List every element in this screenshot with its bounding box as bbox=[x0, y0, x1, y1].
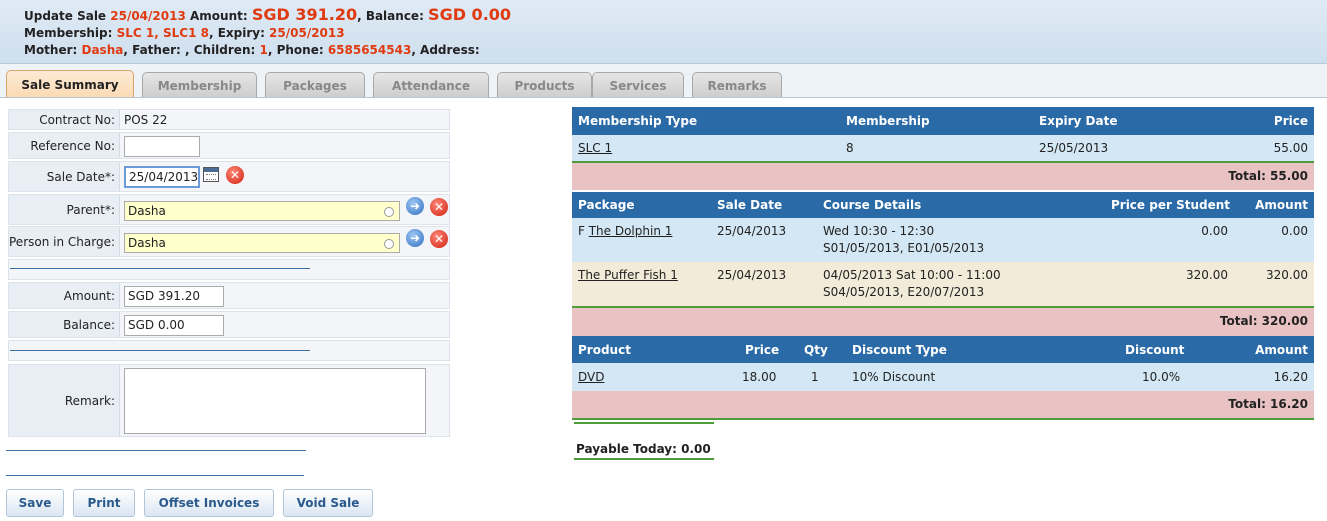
pic-input[interactable]: Dasha bbox=[124, 233, 400, 253]
header-children: 1 bbox=[259, 43, 268, 57]
tab-packages[interactable]: Packages bbox=[265, 72, 365, 98]
section-divider-1 bbox=[10, 268, 310, 269]
membership-total-row: Total: 55.00 bbox=[572, 163, 1314, 190]
payable-underline bbox=[574, 458, 714, 460]
header-membership: SLC 1, SLC1 8 bbox=[116, 26, 209, 40]
package-total: Total: 320.00 bbox=[1219, 314, 1308, 328]
contract-value: POS 22 bbox=[124, 113, 168, 127]
parent-go-icon[interactable]: ➜ bbox=[406, 197, 424, 215]
tab-products[interactable]: Products bbox=[497, 72, 592, 98]
spacer-row-1 bbox=[8, 259, 450, 280]
reference-input[interactable] bbox=[124, 136, 200, 157]
package-total-row: Total: 320.00 bbox=[572, 308, 1314, 336]
payable-top-line bbox=[574, 422, 714, 424]
pic-clear-icon[interactable]: ✕ bbox=[430, 230, 448, 248]
remark-label: Remark: bbox=[9, 365, 120, 436]
table-row: SLC 1 8 25/05/2013 55.00 bbox=[572, 135, 1314, 161]
membership-type-link[interactable]: SLC 1 bbox=[578, 141, 612, 155]
tab-attendance[interactable]: Attendance bbox=[373, 72, 489, 98]
sale-header: Update Sale 25/04/2013 Amount: SGD 391.2… bbox=[0, 0, 1327, 64]
parent-clear-icon[interactable]: ✕ bbox=[430, 198, 448, 216]
header-expiry: 25/05/2013 bbox=[269, 26, 345, 40]
parent-lookup-icon[interactable] bbox=[384, 207, 394, 217]
tab-remarks[interactable]: Remarks bbox=[692, 72, 782, 98]
sale-date-label: Sale Date*: bbox=[9, 162, 120, 191]
package-link[interactable]: The Puffer Fish 1 bbox=[578, 268, 678, 282]
void-sale-button[interactable]: Void Sale bbox=[283, 489, 373, 517]
section-divider-3 bbox=[6, 450, 306, 451]
reference-label: Reference No: bbox=[9, 133, 120, 158]
save-button[interactable]: Save bbox=[6, 489, 64, 517]
balance-label: Balance: bbox=[9, 312, 120, 337]
parent-row: Parent*: Dasha ➜ ✕ bbox=[8, 194, 450, 225]
section-divider-2 bbox=[10, 350, 310, 351]
table-row: F The Dolphin 1 25/04/2013 Wed 10:30 - 1… bbox=[572, 218, 1314, 262]
sale-date-input[interactable]: 25/04/2013 bbox=[124, 166, 200, 188]
table-row: DVD 18.00 1 10% Discount 10.0% 16.20 bbox=[572, 363, 1314, 391]
header-line-family: Mother: Dasha, Father: , Children: 1, Ph… bbox=[24, 43, 480, 57]
remark-row: Remark: bbox=[8, 364, 450, 437]
pic-lookup-icon[interactable] bbox=[384, 239, 394, 249]
calendar-icon[interactable] bbox=[203, 167, 219, 182]
amount-label: Amount: bbox=[9, 283, 120, 308]
remark-textarea[interactable] bbox=[124, 368, 426, 434]
package-link[interactable]: The Dolphin 1 bbox=[589, 224, 673, 238]
product-table-header: Product Price Qty Discount Type Discount… bbox=[572, 336, 1314, 363]
header-mother: Dasha bbox=[81, 43, 124, 57]
product-total-row: Total: 16.20 bbox=[572, 391, 1314, 418]
tab-services[interactable]: Services bbox=[592, 72, 684, 98]
reference-row: Reference No: bbox=[8, 132, 450, 159]
header-amount: SGD 391.20 bbox=[251, 5, 358, 24]
balance-input[interactable]: SGD 0.00 bbox=[124, 315, 224, 336]
product-link[interactable]: DVD bbox=[578, 370, 604, 384]
header-sale-date: 25/04/2013 bbox=[110, 9, 186, 23]
pic-go-icon[interactable]: ➜ bbox=[406, 229, 424, 247]
package-table-header: Package Sale Date Course Details Price p… bbox=[572, 192, 1314, 218]
print-button[interactable]: Print bbox=[73, 489, 135, 517]
amount-input[interactable]: SGD 391.20 bbox=[124, 286, 224, 307]
table-row: The Puffer Fish 1 25/04/2013 04/05/2013 … bbox=[572, 262, 1314, 306]
product-divider bbox=[572, 418, 1314, 420]
header-line-membership: Membership: SLC 1, SLC1 8, Expiry: 25/05… bbox=[24, 26, 345, 40]
pic-row: Person in Charge: Dasha ➜ ✕ bbox=[8, 226, 450, 257]
membership-total: Total: 55.00 bbox=[1228, 169, 1308, 183]
membership-table-header: Membership Type Membership Expiry Date P… bbox=[572, 107, 1314, 135]
header-balance: SGD 0.00 bbox=[428, 5, 512, 24]
amount-row: Amount: SGD 391.20 bbox=[8, 282, 450, 309]
contract-row: Contract No: POS 22 bbox=[8, 109, 450, 130]
clear-date-icon[interactable]: ✕ bbox=[226, 166, 244, 184]
parent-label: Parent*: bbox=[9, 195, 120, 224]
balance-row: Balance: SGD 0.00 bbox=[8, 311, 450, 338]
tab-sale-summary[interactable]: Sale Summary bbox=[6, 70, 134, 99]
contract-label: Contract No: bbox=[9, 110, 120, 129]
tab-membership[interactable]: Membership bbox=[142, 72, 257, 98]
parent-input[interactable]: Dasha bbox=[124, 201, 400, 221]
product-total: Total: 16.20 bbox=[1228, 397, 1308, 411]
section-divider-4 bbox=[6, 475, 304, 476]
header-line-sale: Update Sale 25/04/2013 Amount: SGD 391.2… bbox=[24, 5, 512, 24]
pic-label: Person in Charge: bbox=[9, 227, 120, 256]
payable-today: Payable Today: 0.00 bbox=[576, 442, 711, 456]
header-phone: 6585654543 bbox=[327, 43, 412, 57]
sale-date-row: Sale Date*: 25/04/2013 ✕ bbox=[8, 161, 450, 192]
offset-invoices-button[interactable]: Offset Invoices bbox=[144, 489, 274, 517]
